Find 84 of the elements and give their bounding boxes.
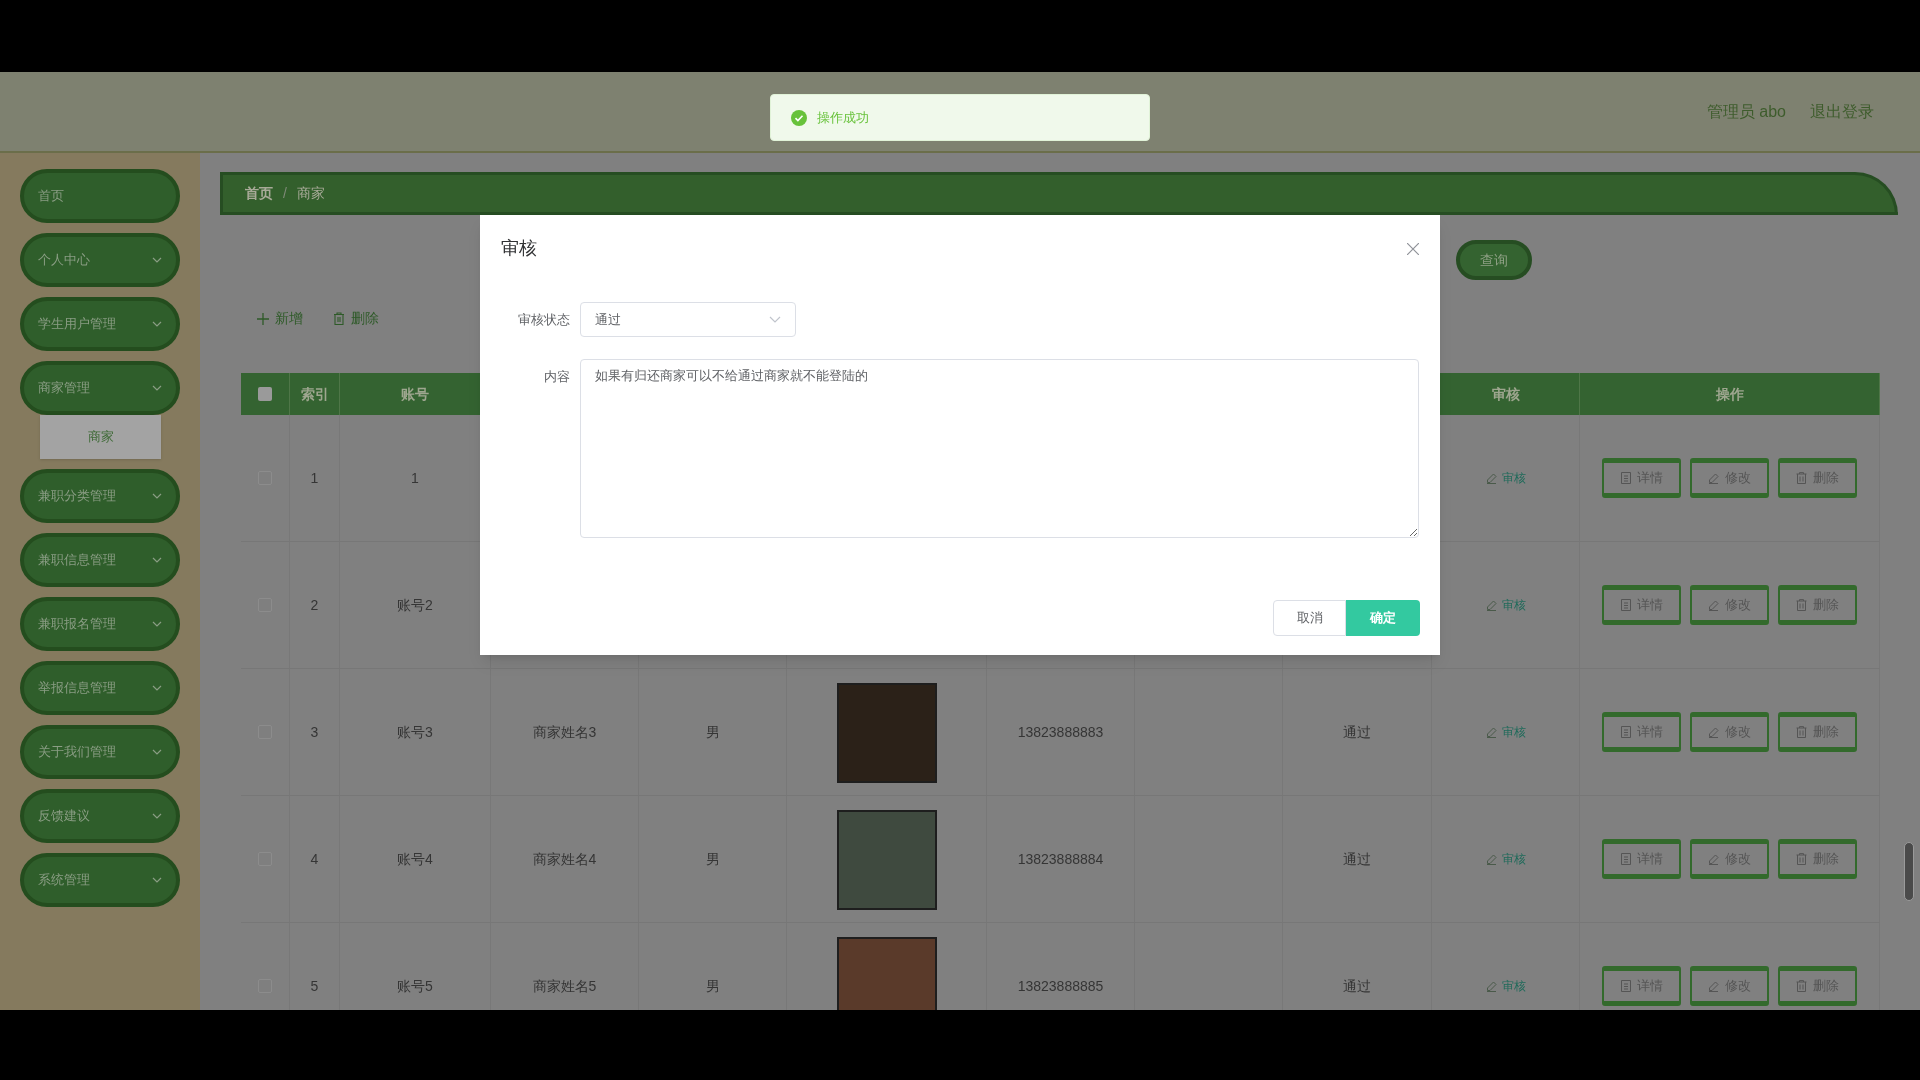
- sidebar-menu-item[interactable]: 商家管理: [20, 361, 180, 415]
- pencil-icon: [1708, 853, 1719, 865]
- table-cell-text: 男: [705, 849, 720, 869]
- column-header: 索引: [290, 373, 340, 415]
- table-cell-text: 4: [310, 849, 319, 869]
- pencil-icon: [1485, 853, 1497, 865]
- pencil-icon: [1485, 980, 1497, 992]
- table-cell-text: 账号4: [397, 849, 433, 869]
- sidebar-menu-item[interactable]: 反馈建议: [20, 789, 180, 843]
- breadcrumb-separator: /: [283, 184, 287, 203]
- table-cell-text: 通过: [1343, 976, 1371, 996]
- trash-icon: [1796, 980, 1807, 992]
- close-icon[interactable]: [1407, 242, 1419, 255]
- table-cell-text: 商家姓名3: [532, 722, 597, 742]
- review-link[interactable]: 审核: [1485, 723, 1526, 741]
- table-cell-text: 13823888885: [1017, 976, 1104, 996]
- pencil-icon: [1485, 726, 1497, 738]
- sidebar-submenu-item[interactable]: 商家: [40, 415, 161, 459]
- admin-username: 管理员 abo: [1706, 101, 1786, 122]
- delete-button[interactable]: 删除: [333, 308, 379, 329]
- field-label: 审核状态: [517, 310, 571, 329]
- table-cell-text: 账号2: [397, 595, 433, 615]
- trash-icon: [1796, 472, 1807, 484]
- logout-link[interactable]: 退出登录: [1810, 99, 1874, 124]
- query-button[interactable]: 查询: [1456, 240, 1532, 280]
- sidebar-menu-item[interactable]: 首页: [20, 169, 180, 223]
- review-link[interactable]: 审核: [1485, 977, 1526, 995]
- table-cell-text: 男: [705, 722, 720, 742]
- trash-icon: [1796, 726, 1807, 738]
- document-icon: [1620, 472, 1631, 484]
- column-header: 操作: [1580, 373, 1880, 415]
- status-select[interactable]: 通过: [580, 302, 796, 337]
- cancel-button[interactable]: 取消: [1273, 600, 1346, 636]
- document-icon: [1620, 599, 1631, 611]
- pencil-icon: [1708, 472, 1719, 484]
- sidebar-menu-item[interactable]: 学生用户管理: [20, 297, 180, 351]
- table-cell-text: 商家姓名5: [532, 976, 597, 996]
- review-link[interactable]: 审核: [1485, 596, 1526, 614]
- pencil-icon: [1708, 980, 1719, 992]
- pencil-icon: [1485, 599, 1497, 611]
- table-cell-text: 账号5: [397, 976, 433, 996]
- table-cell-text: 1: [310, 468, 319, 488]
- table-cell-text: 账号3: [397, 722, 433, 742]
- sidebar-menu-item[interactable]: 兼职分类管理: [20, 469, 180, 523]
- field-label: 内容: [543, 368, 571, 386]
- table-cell-text: 男: [705, 976, 720, 996]
- pencil-icon: [1708, 599, 1719, 611]
- trash-icon: [1796, 853, 1807, 865]
- document-icon: [1620, 853, 1631, 865]
- review-link[interactable]: 审核: [1485, 850, 1526, 868]
- scrollbar-thumb[interactable]: [1904, 842, 1914, 901]
- sidebar-menu-item[interactable]: 兼职报名管理: [20, 597, 180, 651]
- toast-message: 操作成功: [770, 94, 1150, 141]
- chevron-down-icon: [769, 316, 781, 323]
- table-cell-text: 2: [310, 595, 319, 615]
- success-check-icon: [791, 109, 807, 126]
- sidebar-menu-item[interactable]: 关于我们管理: [20, 725, 180, 779]
- breadcrumb-link[interactable]: 商家: [296, 183, 325, 204]
- table-cell-text: 1: [411, 468, 419, 488]
- dialog-title: 审核: [501, 237, 537, 260]
- table-cell-text: 通过: [1343, 849, 1371, 869]
- table-cell-text: 商家姓名4: [532, 849, 597, 869]
- checkbox[interactable]: [258, 387, 272, 401]
- trash-icon: [333, 312, 345, 325]
- table-cell-text: 5: [310, 976, 319, 996]
- sidebar-menu-item[interactable]: 系统管理: [20, 853, 180, 907]
- add-button[interactable]: 新增: [257, 308, 303, 329]
- sidebar-menu-item[interactable]: 举报信息管理: [20, 661, 180, 715]
- breadcrumb-link[interactable]: 首页: [245, 183, 273, 204]
- document-icon: [1620, 980, 1631, 992]
- sidebar-menu-item[interactable]: 兼职信息管理: [20, 533, 180, 587]
- table-cell-text: 通过: [1343, 722, 1371, 742]
- pencil-icon: [1708, 726, 1719, 738]
- table-cell-text: 13823888883: [1017, 722, 1104, 742]
- pencil-icon: [1485, 472, 1497, 484]
- review-link[interactable]: 审核: [1485, 469, 1526, 487]
- document-icon: [1620, 726, 1631, 738]
- confirm-button[interactable]: 确定: [1346, 600, 1420, 636]
- trash-icon: [1796, 599, 1807, 611]
- plus-icon: [257, 312, 269, 325]
- table-cell-text: 3: [310, 722, 319, 742]
- table-cell-text: 13823888884: [1017, 849, 1104, 869]
- content-textarea[interactable]: 如果有归还商家可以不给通过商家就不能登陆的: [580, 359, 1419, 538]
- sidebar-menu-item[interactable]: 个人中心: [20, 233, 180, 287]
